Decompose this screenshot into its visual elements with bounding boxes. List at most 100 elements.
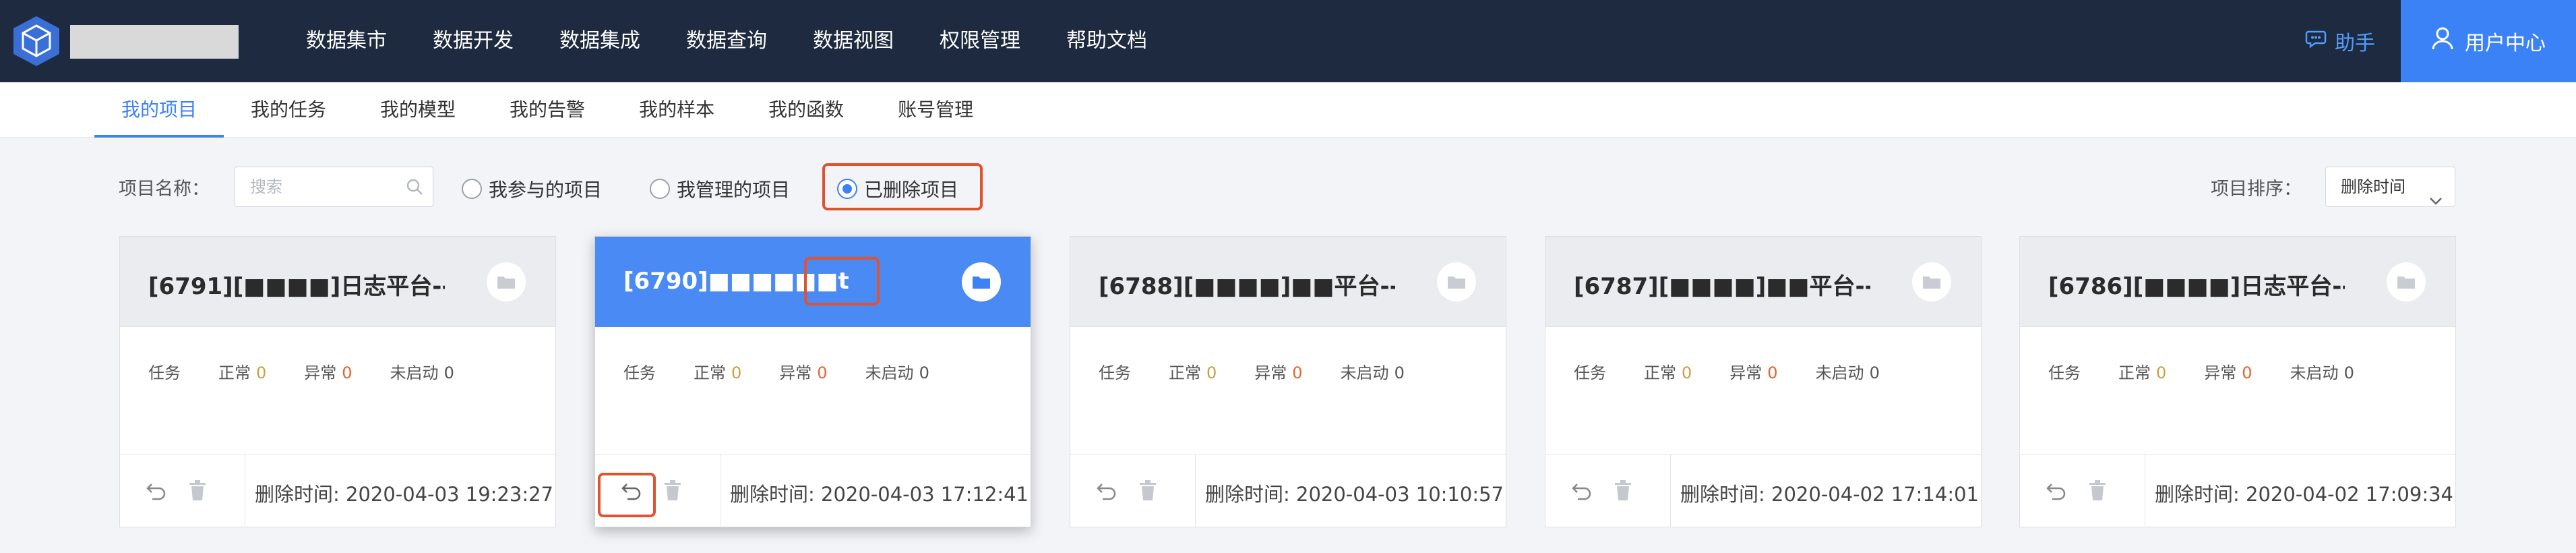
task-label: 任务	[2048, 363, 2081, 382]
error-label: 异常	[2204, 363, 2237, 382]
not-started-stat: 未启动 0	[2290, 359, 2354, 383]
card-header: [6786][■■■■]日志平台--■■...	[2020, 237, 2455, 327]
tab-my-samples[interactable]: 我的样本	[612, 82, 741, 138]
tab-my-projects[interactable]: 我的项目	[94, 82, 224, 138]
card-stats: 任务 正常 0 异常 0 未启动 0	[2048, 359, 2354, 383]
not-started-count: 0	[919, 363, 929, 382]
project-card[interactable]: [6786][■■■■]日志平台--■■... 任务 正常0 异常0 未启动0 …	[2019, 236, 2456, 527]
trash-icon[interactable]	[2087, 479, 2108, 504]
ok-count: 0	[1682, 363, 1692, 382]
folder-icon[interactable]	[487, 262, 526, 301]
task-label: 任务	[623, 363, 656, 382]
card-stats: 任务 正常 0 异常 0 未启动 0	[1574, 359, 1880, 383]
project-name-label: 项目名称：	[119, 179, 210, 200]
restore-icon[interactable]	[1096, 480, 1117, 503]
ok-label: 正常	[694, 363, 726, 382]
radio-managed-projects[interactable]: 我管理的项目	[650, 175, 790, 202]
highlight-box	[804, 257, 880, 305]
error-label: 异常	[779, 363, 812, 382]
card-title[interactable]: [6786][■■■■]日志平台--■■...	[2048, 268, 2345, 301]
not-started-label: 未启动	[1815, 363, 1864, 382]
trash-icon[interactable]	[1138, 479, 1158, 504]
restore-icon[interactable]	[2046, 480, 2067, 503]
not-started-label: 未启动	[1340, 363, 1389, 382]
card-stats: 任务 正常 0 异常 0 未启动 0	[623, 359, 929, 383]
nav-data-query[interactable]: 数据查询	[663, 0, 790, 82]
card-footer: 删除时间: 2020-04-03 10:10:57	[1070, 454, 1506, 527]
radio-label: 我管理的项目	[677, 179, 791, 201]
trash-icon[interactable]	[187, 479, 208, 504]
project-card[interactable]: [6788][■■■■]■■平台--■■... 任务 正常0 异常0 未启动0 …	[1070, 236, 1506, 527]
radio-participated-projects[interactable]: 我参与的项目	[462, 175, 602, 202]
chevron-down-icon	[2429, 181, 2443, 220]
project-search-input[interactable]	[235, 167, 397, 206]
top-navbar: 数据集市 数据开发 数据集成 数据查询 数据视图 权限管理 帮助文档 助手 用户…	[0, 0, 2576, 82]
ok-stat: 正常 0	[2118, 359, 2166, 383]
error-stat: 异常 0	[304, 359, 352, 383]
ok-label: 正常	[2118, 363, 2151, 382]
card-title[interactable]: [6788][■■■■]■■平台--■■...	[1099, 268, 1395, 301]
restore-icon[interactable]	[146, 480, 167, 503]
not-started-count: 0	[1869, 363, 1880, 382]
project-card[interactable]: [6791][■■■■]日志平台--发... 任务 正常0 异常0 未启动0 删…	[119, 236, 556, 527]
logo-icon[interactable]	[12, 15, 61, 67]
user-center-button[interactable]: 用户中心	[2401, 0, 2576, 82]
trash-icon[interactable]	[663, 479, 683, 504]
nav-permission[interactable]: 权限管理	[917, 0, 1043, 82]
error-label: 异常	[304, 363, 337, 382]
tab-my-functions[interactable]: 我的函数	[741, 82, 871, 138]
not-started-stat: 未启动 0	[865, 359, 929, 383]
error-count: 0	[2242, 363, 2252, 382]
folder-icon[interactable]	[962, 262, 1001, 301]
sort-select[interactable]: 删除时间	[2325, 167, 2455, 207]
ok-stat: 正常 0	[694, 359, 741, 383]
deleted-time: 删除时间: 2020-04-03 17:12:41	[730, 483, 1029, 506]
helper-label: 助手	[2335, 32, 2375, 55]
main-nav: 数据集市 数据开发 数据集成 数据查询 数据视图 权限管理 帮助文档	[283, 0, 1170, 82]
tab-account-management[interactable]: 账号管理	[871, 82, 1000, 138]
nav-help-docs[interactable]: 帮助文档	[1043, 0, 1170, 82]
sort-label: 项目排序：	[2211, 179, 2302, 200]
radio-label: 我参与的项目	[489, 179, 603, 201]
project-card[interactable]: [6787][■■■■]■■平台--■■... 任务 正常0 异常0 未启动0 …	[1545, 236, 1982, 527]
tab-my-alerts[interactable]: 我的告警	[483, 82, 612, 138]
task-label: 任务	[148, 363, 181, 382]
ok-stat: 正常 0	[1169, 359, 1217, 383]
error-label: 异常	[1729, 363, 1762, 382]
card-title[interactable]: [6787][■■■■]■■平台--■■...	[1574, 268, 1870, 301]
not-started-count: 0	[1394, 363, 1405, 382]
project-card-selected[interactable]: [6790]■■■■■■t 任务 正常 0 异常 0 未启动 0 删除时间: 2020…	[594, 236, 1031, 527]
highlight-box	[822, 163, 983, 210]
not-started-label: 未启动	[2290, 363, 2339, 382]
deleted-time: 删除时间: 2020-04-03 10:10:57	[1205, 483, 1504, 506]
tab-my-models[interactable]: 我的模型	[353, 82, 483, 138]
not-started-label: 未启动	[390, 363, 439, 382]
nav-data-market[interactable]: 数据集市	[283, 0, 410, 82]
nav-data-view[interactable]: 数据视图	[790, 0, 917, 82]
user-center-label: 用户中心	[2465, 32, 2546, 55]
helper-link[interactable]: 助手	[2305, 0, 2375, 82]
card-title[interactable]: [6791][■■■■]日志平台--发...	[148, 268, 445, 301]
folder-icon[interactable]	[1912, 262, 1951, 301]
tab-my-tasks[interactable]: 我的任务	[224, 82, 353, 138]
project-search-box	[235, 167, 433, 207]
ok-count: 0	[2156, 363, 2167, 382]
radio-circle	[650, 179, 670, 199]
error-count: 0	[342, 363, 352, 382]
search-icon[interactable]	[406, 178, 423, 198]
card-stats: 任务 正常 0 异常 0 未启动 0	[1099, 359, 1405, 383]
deleted-time: 删除时间: 2020-04-02 17:14:01	[1680, 483, 1979, 506]
error-stat: 异常 0	[779, 359, 827, 383]
card-stats: 任务 正常 0 异常 0 未启动 0	[148, 359, 454, 383]
restore-icon[interactable]	[1571, 480, 1593, 503]
highlight-box	[598, 473, 656, 517]
card-actions	[120, 455, 245, 527]
ok-stat: 正常 0	[218, 359, 266, 383]
error-count: 0	[817, 363, 828, 382]
trash-icon[interactable]	[1613, 479, 1633, 504]
nav-data-dev[interactable]: 数据开发	[410, 0, 536, 82]
folder-icon[interactable]	[1437, 262, 1476, 301]
nav-data-integration[interactable]: 数据集成	[536, 0, 663, 82]
folder-icon[interactable]	[2387, 262, 2426, 301]
deleted-time: 删除时间: 2020-04-02 17:09:34	[2155, 483, 2453, 506]
